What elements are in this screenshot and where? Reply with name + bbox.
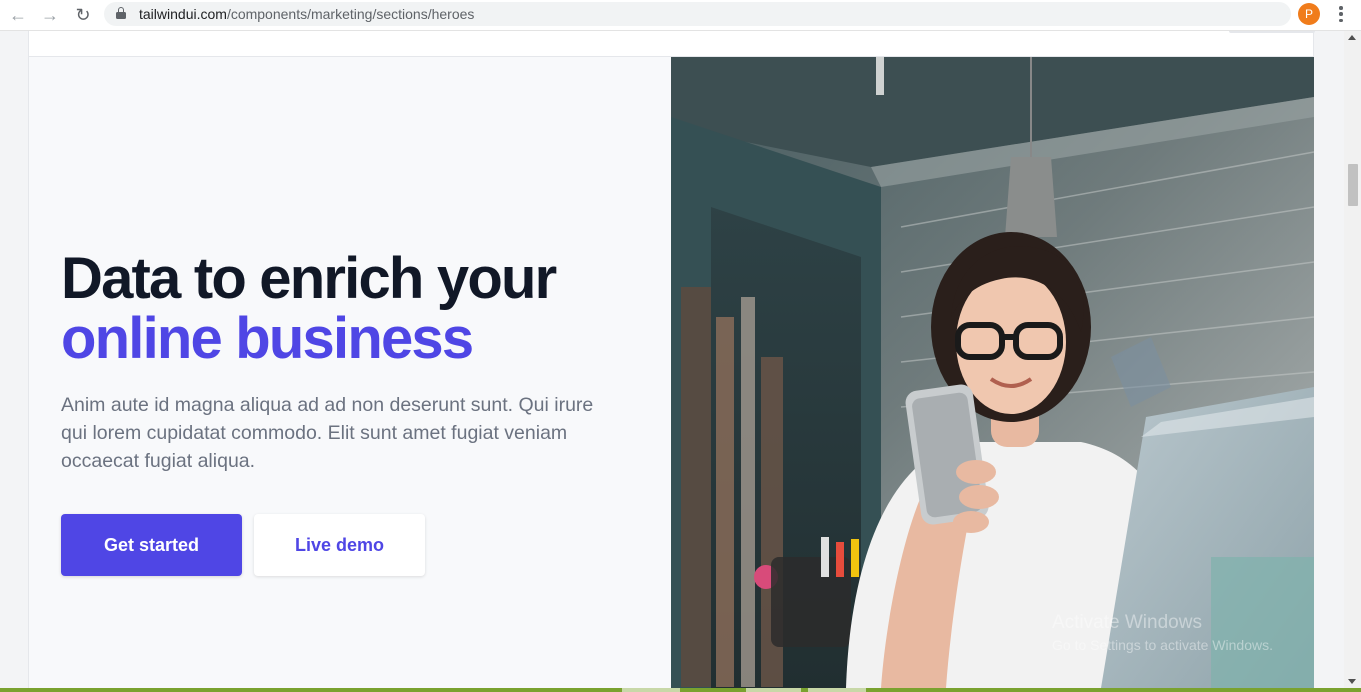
profile-avatar[interactable]: P (1298, 3, 1320, 25)
live-demo-button[interactable]: Live demo (254, 514, 425, 576)
taskbar-item[interactable] (746, 688, 801, 692)
page-viewport: Data to enrich your online business Anim… (0, 31, 1344, 688)
hero-photo (671, 57, 1314, 688)
get-started-button[interactable]: Get started (61, 514, 242, 576)
hero-headline: Data to enrich your online business (61, 246, 557, 371)
header-control-stub (1229, 31, 1315, 33)
activate-windows-subtitle: Go to Settings to activate Windows. (1052, 637, 1273, 653)
woman-with-phone-illustration (671, 57, 1314, 688)
headline-line2: online business (61, 306, 474, 371)
taskbar-item[interactable] (808, 688, 866, 692)
forward-arrow-icon[interactable]: → (40, 5, 60, 25)
url-path: /components/marketing/sections/heroes (226, 6, 475, 22)
preview-header-strip (29, 31, 1315, 57)
url-text[interactable]: tailwindui.com/components/marketing/sect… (139, 6, 474, 22)
activate-windows-title: Activate Windows (1052, 612, 1202, 633)
taskbar-item[interactable] (622, 688, 680, 692)
scrollbar-thumb[interactable] (1348, 164, 1358, 206)
browser-toolbar: ← → ↻ tailwindui.com/components/marketin… (0, 0, 1361, 31)
url-host: tailwindui.com (139, 6, 227, 22)
scroll-down-arrow-icon[interactable] (1348, 679, 1356, 684)
headline-line1: Data to enrich your (61, 246, 557, 311)
taskbar-edge (0, 688, 1361, 692)
address-bar[interactable]: tailwindui.com/components/marketing/sect… (104, 2, 1291, 26)
lock-icon[interactable] (116, 7, 126, 19)
hero-text-panel: Data to enrich your online business Anim… (29, 57, 671, 688)
vertical-scrollbar[interactable] (1344, 31, 1361, 688)
scroll-up-arrow-icon[interactable] (1348, 35, 1356, 40)
browser-menu-icon[interactable] (1334, 4, 1348, 24)
reload-icon[interactable]: ↻ (73, 5, 93, 25)
back-arrow-icon[interactable]: ← (8, 5, 28, 25)
hero-description: Anim aute id magna aliqua ad ad non dese… (61, 394, 594, 472)
